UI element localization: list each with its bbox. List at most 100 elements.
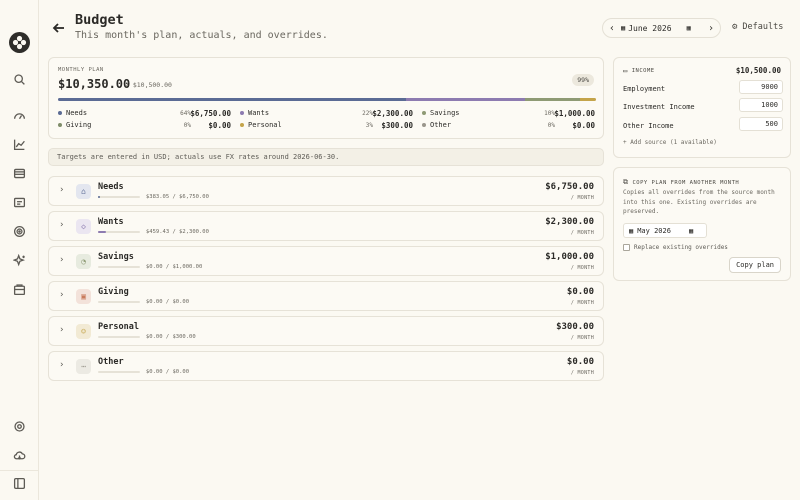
category-progress-text: $459.43 / $2,300.00 <box>146 229 209 235</box>
piggy-icon: ◔ <box>76 254 91 269</box>
defaults-button[interactable]: ⚙ Defaults <box>732 22 783 32</box>
next-month-button[interactable]: › <box>702 23 720 34</box>
income-source-label: Investment Income <box>623 103 695 111</box>
allocation-segment <box>405 98 526 101</box>
income-amount-input[interactable]: 500 <box>739 117 783 131</box>
category-period: / MONTH <box>570 265 594 271</box>
category-summary-percent: 64% <box>180 109 191 117</box>
category-color-dot <box>240 111 244 115</box>
copy-plan-card: ⧉ COPY PLAN FROM ANOTHER MONTH Copies al… <box>613 167 791 281</box>
home-icon: ⌂ <box>76 184 91 199</box>
category-row-wants[interactable]: › ◇ Wants $459.43 / $2,300.00 $2,300.00 / MON… <box>48 211 604 241</box>
category-period: / MONTH <box>570 300 594 306</box>
category-progress-text: $0.00 / $300.00 <box>146 334 196 340</box>
category-progress-text: $0.00 / $0.00 <box>146 369 190 375</box>
expand-chevron-icon[interactable]: › <box>59 325 64 335</box>
category-summary-name: Personal <box>248 121 282 129</box>
expand-chevron-icon[interactable]: › <box>59 360 64 370</box>
dashboard-icon[interactable] <box>12 108 27 123</box>
income-amount-input[interactable]: 1000 <box>739 98 783 112</box>
settings-icon[interactable] <box>12 419 27 434</box>
category-summary-item: Personal 3% $300.00 <box>240 120 413 130</box>
category-summary-item: Needs 64% $6,750.00 <box>58 108 231 118</box>
category-target: $0.00 <box>566 287 594 297</box>
search-icon[interactable] <box>12 72 27 87</box>
chart-icon[interactable] <box>12 137 27 152</box>
source-month-input[interactable]: ▦ May 2026 ▦ <box>623 223 707 238</box>
cloud-icon[interactable] <box>12 448 27 463</box>
category-progress-text: $0.00 / $0.00 <box>146 299 190 305</box>
category-progress-text: $0.00 / $1,000.00 <box>146 264 203 270</box>
receipt-icon[interactable] <box>12 195 27 210</box>
prev-month-button[interactable]: ‹ <box>603 23 621 34</box>
copy-plan-button[interactable]: Copy plan <box>729 257 781 273</box>
calendar-picker-icon[interactable]: ▦ <box>689 227 693 235</box>
income-title: INCOME <box>631 68 655 74</box>
category-name: Wants <box>98 217 124 227</box>
category-period: / MONTH <box>570 195 594 201</box>
category-summary-name: Wants <box>248 109 270 117</box>
category-progress-track <box>98 301 140 303</box>
allocation-bar <box>58 98 596 101</box>
copy-plan-title: COPY PLAN FROM ANOTHER MONTH <box>632 179 740 186</box>
category-row-personal[interactable]: › ☺ Personal $0.00 / $300.00 $300.00 / MONTH <box>48 316 604 346</box>
calendar-icon: ▦ <box>629 226 634 235</box>
income-header: ▭ INCOME <box>623 67 655 75</box>
target-icon[interactable] <box>12 224 27 239</box>
back-arrow-icon[interactable] <box>52 20 66 34</box>
category-row-savings[interactable]: › ◔ Savings $0.00 / $1,000.00 $1,000.00 / MON… <box>48 246 604 276</box>
category-color-dot <box>422 123 426 127</box>
category-period: / MONTH <box>570 370 594 376</box>
calendar-icon: ▦ <box>621 24 626 32</box>
category-name: Savings <box>98 252 134 262</box>
category-progress-track <box>98 336 140 338</box>
category-summary-name: Savings <box>430 109 460 117</box>
category-target: $1,000.00 <box>545 252 594 262</box>
category-summary-name: Needs <box>66 109 88 117</box>
category-summary-percent: 0% <box>547 121 555 129</box>
category-summary-name: Other <box>430 121 452 129</box>
checkbox-box[interactable] <box>623 244 630 251</box>
category-row-needs[interactable]: › ⌂ Needs $383.05 / $6,750.00 $6,750.00 / MON… <box>48 176 604 206</box>
calendar-picker-icon[interactable]: ▦ <box>687 24 691 32</box>
category-target: $6,750.00 <box>545 182 594 192</box>
page-title: Budget <box>75 12 124 28</box>
category-row-other[interactable]: › ⋯ Other $0.00 / $0.00 $0.00 / MONTH <box>48 351 604 381</box>
category-row-giving[interactable]: › ▣ Giving $0.00 / $0.00 $0.00 / MONTH <box>48 281 604 311</box>
income-amount-input[interactable]: 9000 <box>739 80 783 94</box>
month-picker[interactable]: ▦ June 2026 ▦ <box>621 24 702 33</box>
expand-chevron-icon[interactable]: › <box>59 220 64 230</box>
category-period: / MONTH <box>570 230 594 236</box>
wallet-icon[interactable] <box>12 166 27 181</box>
add-income-source-button[interactable]: + Add source (1 available) <box>623 139 717 146</box>
income-source-row: Investment Income 1000 <box>623 98 783 112</box>
category-progress-fill <box>98 231 107 233</box>
expand-chevron-icon[interactable]: › <box>59 255 64 265</box>
collapse-sidebar-icon[interactable] <box>12 476 27 491</box>
category-name: Other <box>98 357 124 367</box>
expand-chevron-icon[interactable]: › <box>59 185 64 195</box>
monthly-plan-of-income: / $10,500.00 <box>125 81 172 89</box>
category-summary-value: $1,000.00 <box>554 108 595 118</box>
category-progress-text: $383.05 / $6,750.00 <box>146 194 209 200</box>
app-logo-icon[interactable] <box>9 32 30 53</box>
category-color-dot <box>422 111 426 115</box>
sparkles-icon[interactable] <box>12 253 27 268</box>
replace-overrides-checkbox[interactable]: Replace existing overrides <box>623 244 728 251</box>
category-summary-value: $300.00 <box>381 120 413 130</box>
copy-plan-description: Copies all overrides from the source mon… <box>623 189 775 215</box>
category-target: $0.00 <box>566 357 594 367</box>
gift-icon: ▣ <box>76 289 91 304</box>
category-summary-item: Savings 10% $1,000.00 <box>422 108 595 118</box>
income-source-label: Employment <box>623 85 666 93</box>
category-name: Giving <box>98 287 129 297</box>
expand-chevron-icon[interactable]: › <box>59 290 64 300</box>
category-summary-value: $6,750.00 <box>190 108 231 118</box>
category-color-dot <box>240 123 244 127</box>
category-summary-percent: 0% <box>183 121 191 129</box>
category-summary-item: Giving 0% $0.00 <box>58 121 231 130</box>
budget-icon[interactable] <box>12 282 27 297</box>
category-summary-value: $2,300.00 <box>372 108 413 118</box>
category-progress-track <box>98 231 140 233</box>
category-summary-percent: 3% <box>365 121 373 129</box>
